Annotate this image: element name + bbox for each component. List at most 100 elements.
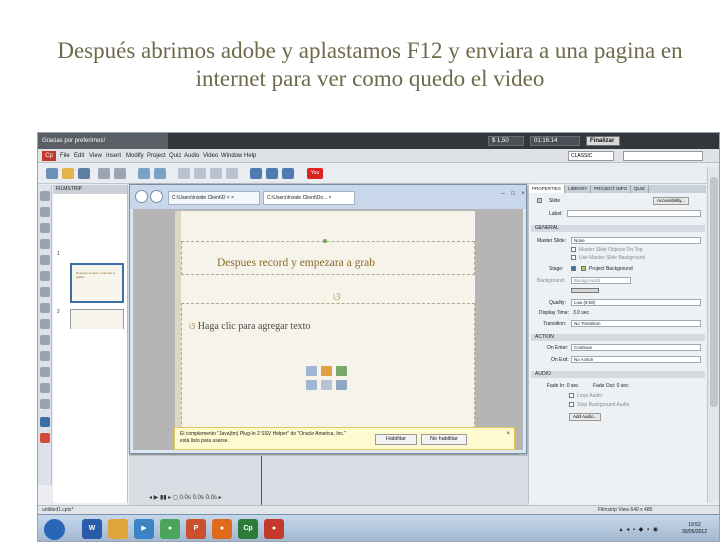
- master-objects-checkbox[interactable]: [571, 247, 576, 252]
- master-slide-select[interactable]: None: [571, 237, 701, 244]
- quality-select[interactable]: Low (8-bit): [571, 299, 701, 306]
- playhead[interactable]: [261, 456, 262, 506]
- image-icon[interactable]: [210, 168, 222, 179]
- workspace-selector[interactable]: CLASSIC: [568, 151, 614, 161]
- captivate-taskbar-icon[interactable]: Cp: [238, 519, 258, 539]
- youtube-button[interactable]: You Tube: [307, 168, 323, 187]
- loop-audio-checkbox[interactable]: [569, 393, 574, 398]
- add-audio-button[interactable]: Add Audio...: [569, 413, 602, 421]
- search-input[interactable]: [623, 151, 703, 161]
- polygon-tool-icon[interactable]: [40, 367, 50, 377]
- address-tab[interactable]: C:\Users\Inside Client\D ˅ ×: [168, 191, 260, 205]
- oval-tool-icon[interactable]: [40, 351, 50, 361]
- start-button[interactable]: [44, 519, 65, 540]
- menu-view[interactable]: View: [89, 149, 102, 163]
- stage-color-swatch[interactable]: [571, 266, 576, 271]
- image-tool-icon[interactable]: [40, 383, 50, 393]
- background-buttons[interactable]: [571, 288, 599, 293]
- menu-video[interactable]: Video: [203, 149, 218, 163]
- select-tool-icon[interactable]: [40, 191, 50, 201]
- chart-icon[interactable]: [321, 366, 332, 376]
- menu-modify[interactable]: Modify: [126, 149, 144, 163]
- text-tool-icon[interactable]: [40, 207, 50, 217]
- picture-icon[interactable]: [306, 380, 317, 390]
- on-enter-select[interactable]: Continue: [571, 344, 701, 351]
- open-icon[interactable]: [62, 168, 74, 179]
- action-section[interactable]: ACTION: [531, 334, 705, 341]
- new-icon[interactable]: [46, 168, 58, 179]
- rollover-tool-icon[interactable]: [40, 287, 50, 297]
- menu-window[interactable]: Window: [221, 149, 242, 163]
- record-icon[interactable]: [154, 168, 166, 179]
- label-field[interactable]: [567, 210, 701, 217]
- close-notification-icon[interactable]: ×: [506, 431, 510, 438]
- vertical-scrollbar[interactable]: [707, 167, 719, 503]
- chrome-icon[interactable]: ●: [160, 519, 180, 539]
- menu-project[interactable]: Project: [147, 149, 166, 163]
- enable-button[interactable]: Habilitar: [375, 434, 417, 445]
- folder-icon[interactable]: [108, 519, 128, 539]
- menu-help[interactable]: Help: [244, 149, 256, 163]
- stop-bg-audio-checkbox[interactable]: [569, 402, 574, 407]
- powerpoint-icon[interactable]: P: [186, 519, 206, 539]
- fill-color-icon[interactable]: [40, 417, 50, 427]
- scrollbar-thumb[interactable]: [710, 177, 718, 407]
- close-window-icon[interactable]: ×: [518, 189, 528, 199]
- table-icon[interactable]: [306, 366, 317, 376]
- line-tool-icon[interactable]: [40, 319, 50, 329]
- general-section[interactable]: GENERAL: [531, 225, 705, 232]
- clipart-icon[interactable]: [321, 380, 332, 390]
- slide-icon[interactable]: [138, 168, 150, 179]
- transition-select[interactable]: No Transition: [571, 320, 701, 327]
- timeline-controls[interactable]: ◂ ▶ ▮▮ ▸ ◻ 0.0s 0.0s 0.0s ▸: [149, 494, 222, 501]
- disable-button[interactable]: No habilitar: [421, 434, 467, 445]
- system-tray[interactable]: ▴ ◂ ▪ ◆ ▪ ◉: [620, 526, 659, 533]
- highlight-tool-icon[interactable]: [40, 223, 50, 233]
- video-icon[interactable]: [226, 168, 238, 179]
- background-field[interactable]: Background1: [571, 277, 631, 284]
- rectangle-tool-icon[interactable]: [40, 335, 50, 345]
- text-caption-icon[interactable]: [178, 168, 190, 179]
- minimize-icon[interactable]: –: [498, 189, 508, 199]
- tab-project-info[interactable]: PROJECT INFO: [591, 185, 632, 193]
- forward-icon[interactable]: [150, 190, 163, 203]
- media-icon[interactable]: [336, 380, 347, 390]
- finish-button[interactable]: Finalizar: [586, 136, 620, 146]
- stroke-color-icon[interactable]: [40, 433, 50, 443]
- display-time-value[interactable]: 3.0 sec: [573, 310, 589, 316]
- save-icon[interactable]: [78, 168, 90, 179]
- text-entry-tool-icon[interactable]: [40, 271, 50, 281]
- shape-icon[interactable]: [194, 168, 206, 179]
- recorder-icon[interactable]: ●: [264, 519, 284, 539]
- slide-thumbnail-2[interactable]: [70, 309, 124, 329]
- click-box-tool-icon[interactable]: [40, 239, 50, 249]
- button-tool-icon[interactable]: [40, 255, 50, 265]
- tab-quiz[interactable]: QUIZ: [631, 185, 649, 193]
- menu-insert[interactable]: Insert: [106, 149, 121, 163]
- menu-quiz[interactable]: Quiz: [169, 149, 181, 163]
- page-tab[interactable]: C:\Users\Inside Client\Do... ×: [263, 191, 355, 205]
- tab-properties[interactable]: PROPERTIES: [529, 185, 565, 193]
- project-bg-checkbox[interactable]: [581, 266, 586, 271]
- slide-thumbnail-1[interactable]: Despues record y empezar a grabar: [70, 263, 124, 303]
- tab-library[interactable]: LIBRARY: [565, 185, 592, 193]
- firefox-icon[interactable]: ●: [212, 519, 232, 539]
- undo-icon[interactable]: [98, 168, 110, 179]
- menu-file[interactable]: File: [60, 149, 70, 163]
- share-icon[interactable]: [282, 168, 294, 179]
- animation-tool-icon[interactable]: [40, 399, 50, 409]
- menu-edit[interactable]: Edit: [74, 149, 84, 163]
- master-bg-checkbox[interactable]: [571, 255, 576, 260]
- zoom-tool-icon[interactable]: [40, 303, 50, 313]
- maximize-icon[interactable]: □: [508, 189, 518, 199]
- preview-icon[interactable]: [250, 168, 262, 179]
- smartart-icon[interactable]: [336, 366, 347, 376]
- menu-audio[interactable]: Audio: [184, 149, 199, 163]
- clock[interactable]: 19:52 30/05/2012: [682, 522, 707, 536]
- redo-icon[interactable]: [114, 168, 126, 179]
- word-icon[interactable]: W: [82, 519, 102, 539]
- accessibility-button[interactable]: Accessibility...: [653, 197, 689, 205]
- publish-icon[interactable]: [266, 168, 278, 179]
- on-exit-select[interactable]: No Action: [571, 356, 701, 363]
- back-icon[interactable]: [135, 190, 148, 203]
